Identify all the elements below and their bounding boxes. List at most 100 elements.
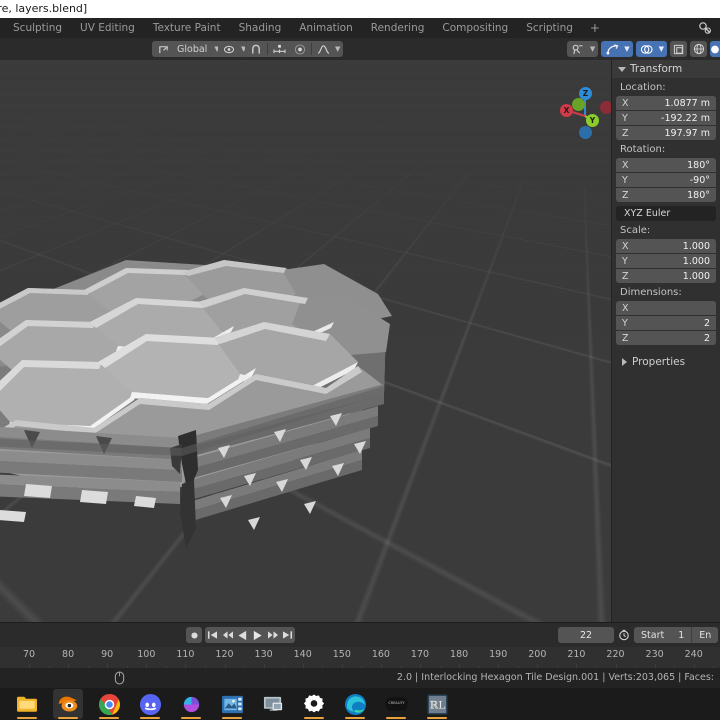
falloff-curve-icon[interactable] <box>312 41 334 57</box>
end-frame-field[interactable]: En <box>692 627 718 643</box>
rotation-y-field[interactable]: Y -90° <box>616 173 716 187</box>
taskbar-file-explorer-icon[interactable] <box>12 689 42 719</box>
pivot-point-icon[interactable] <box>218 41 240 57</box>
taskbar-running-indicator <box>222 717 242 719</box>
play-icon[interactable] <box>250 627 265 643</box>
gizmo-axis-x-positive[interactable]: X <box>560 104 573 117</box>
viewport-header: Global ▼ ▼ ▼ ▼ ▼ ▼ <box>0 38 720 60</box>
dimensions-z-field[interactable]: Z 2 <box>616 331 716 345</box>
dimensions-z-value: 2 <box>703 332 710 344</box>
rotation-x-value: 180° <box>687 159 710 171</box>
chevron-down-icon[interactable]: ▼ <box>658 45 667 53</box>
jump-to-end-icon[interactable] <box>280 627 295 643</box>
transform-orientation-group[interactable]: Global ▼ <box>152 41 223 57</box>
workspace-tab-compositing[interactable]: Compositing <box>433 18 517 38</box>
scale-x-field[interactable]: X 1.000 <box>616 239 716 253</box>
xray-icon[interactable] <box>670 41 687 57</box>
location-y-axis: Y <box>622 112 628 124</box>
overlays-control[interactable]: ▼ <box>635 41 667 57</box>
taskbar-edge-icon[interactable] <box>340 689 370 719</box>
chevron-down-icon[interactable] <box>618 66 626 72</box>
magnet-icon[interactable] <box>245 41 267 57</box>
viewport-display-controls: ▼ ▼ ▼ <box>566 41 720 57</box>
workspace-tab-bar: Sculpting UV Editing Texture Paint Shading A… <box>4 18 608 38</box>
taskbar-running-indicator <box>17 717 37 719</box>
workspace-tab-scripting[interactable]: Scripting <box>517 18 582 38</box>
gizmo-control[interactable]: ▼ <box>601 41 633 57</box>
start-frame-field[interactable]: Start 1 <box>634 627 691 643</box>
play-reverse-icon[interactable] <box>235 627 250 643</box>
current-frame-field[interactable]: 22 <box>558 627 614 643</box>
render-preview-icon[interactable] <box>694 20 716 36</box>
transform-orientation-label[interactable]: Global <box>174 41 213 57</box>
gizmo-axis-y-positive[interactable]: Y <box>586 114 599 127</box>
dimensions-x-field[interactable]: X <box>616 301 716 315</box>
next-keyframe-icon[interactable] <box>265 627 280 643</box>
location-x-field[interactable]: X 1.0877 m <box>616 96 716 110</box>
scale-y-field[interactable]: Y 1.000 <box>616 254 716 268</box>
taskbar-blender-icon[interactable] <box>53 689 83 719</box>
taskbar-video-editor-icon[interactable] <box>217 689 247 719</box>
rotation-mode-select[interactable]: XYZ Euler <box>616 206 716 221</box>
workspace-tab-texture-paint[interactable]: Texture Paint <box>144 18 230 38</box>
transform-panel-header[interactable]: Transform <box>612 60 720 78</box>
dimensions-y-field[interactable]: Y 2 <box>616 316 716 330</box>
jump-to-start-icon[interactable] <box>205 627 220 643</box>
shading-solid-icon[interactable] <box>710 41 720 57</box>
taskbar-running-indicator <box>304 717 324 719</box>
workspace-tab-uv-editing[interactable]: UV Editing <box>71 18 144 38</box>
dimensions-x-axis: X <box>622 302 629 314</box>
proportional-editing-group[interactable]: ▼ <box>289 41 344 57</box>
snap-increment-icon[interactable] <box>268 41 290 57</box>
taskbar-discord-icon[interactable] <box>135 689 165 719</box>
add-workspace-button[interactable]: + <box>582 18 608 38</box>
object-visibility-control[interactable]: ▼ <box>566 41 599 57</box>
scale-z-field[interactable]: Z 1.000 <box>616 269 716 283</box>
chevron-down-icon[interactable]: ▼ <box>334 45 343 53</box>
location-z-field[interactable]: Z 197.97 m <box>616 126 716 140</box>
taskbar-creality-icon[interactable]: CREALITY <box>381 689 411 719</box>
timeline-tick-230: 230 <box>645 649 664 660</box>
taskbar-chrome-icon[interactable] <box>94 689 124 719</box>
taskbar-settings-gear-icon[interactable] <box>299 689 329 719</box>
taskbar-remote-desktop-icon[interactable] <box>258 689 288 719</box>
workspace-tab-animation[interactable]: Animation <box>290 18 362 38</box>
proportional-editing-icon[interactable] <box>289 41 311 57</box>
chevron-down-icon[interactable]: ▼ <box>623 45 632 53</box>
record-icon[interactable] <box>186 627 202 643</box>
rotation-z-field[interactable]: Z 180° <box>616 188 716 202</box>
gizmo-axis-y-negative[interactable] <box>572 98 585 111</box>
navigation-gizmo[interactable]: Z X Y <box>554 80 616 142</box>
location-y-field[interactable]: Y -192.22 m <box>616 111 716 125</box>
hexagon-tile-model[interactable] <box>0 198 406 548</box>
transform-orientation-icon <box>152 41 174 57</box>
frame-range-controls: Start 1 En <box>634 627 719 643</box>
3d-viewport[interactable]: Global ▼ ▼ ▼ ▼ ▼ ▼ Z X Y Transform Locat… <box>0 38 720 622</box>
previous-keyframe-icon[interactable] <box>220 627 235 643</box>
workspace-tab-rendering[interactable]: Rendering <box>362 18 434 38</box>
timeline-ruler[interactable]: 70 80 90 100 110 120 130 140 150 160 170 180 190 200 2… <box>0 647 720 669</box>
shading-wireframe-icon[interactable] <box>690 41 707 57</box>
chevron-down-icon[interactable]: ▼ <box>589 45 598 53</box>
workspace-tab-sculpting[interactable]: Sculpting <box>4 18 71 38</box>
overlays-icon[interactable] <box>636 41 658 57</box>
rotation-x-field[interactable]: X 180° <box>616 158 716 172</box>
end-frame-label: En <box>699 629 712 641</box>
taskbar-rl-app-icon[interactable]: ℝL <box>422 689 452 719</box>
rotation-z-value: 180° <box>687 189 710 201</box>
gizmo-axis-z-negative[interactable] <box>579 126 592 139</box>
workspace-tab-shading[interactable]: Shading <box>230 18 291 38</box>
timeline-tick-210: 210 <box>567 649 586 660</box>
use-preview-range-icon[interactable] <box>617 627 631 643</box>
transform-panel-title: Transform <box>630 63 683 75</box>
dimensions-z-axis: Z <box>622 332 629 344</box>
taskbar-powerpoint-icon[interactable] <box>176 689 206 719</box>
timeline-tick-110: 110 <box>176 649 195 660</box>
svg-text:CREALITY: CREALITY <box>388 701 405 705</box>
location-y-value: -192.22 m <box>661 112 710 124</box>
visibility-icon[interactable] <box>567 41 589 57</box>
gizmo-axis-x-label: X <box>563 106 570 115</box>
gizmo-icon[interactable] <box>601 41 623 57</box>
chevron-right-icon[interactable] <box>622 357 627 366</box>
properties-panel-header[interactable]: Properties <box>616 353 716 370</box>
